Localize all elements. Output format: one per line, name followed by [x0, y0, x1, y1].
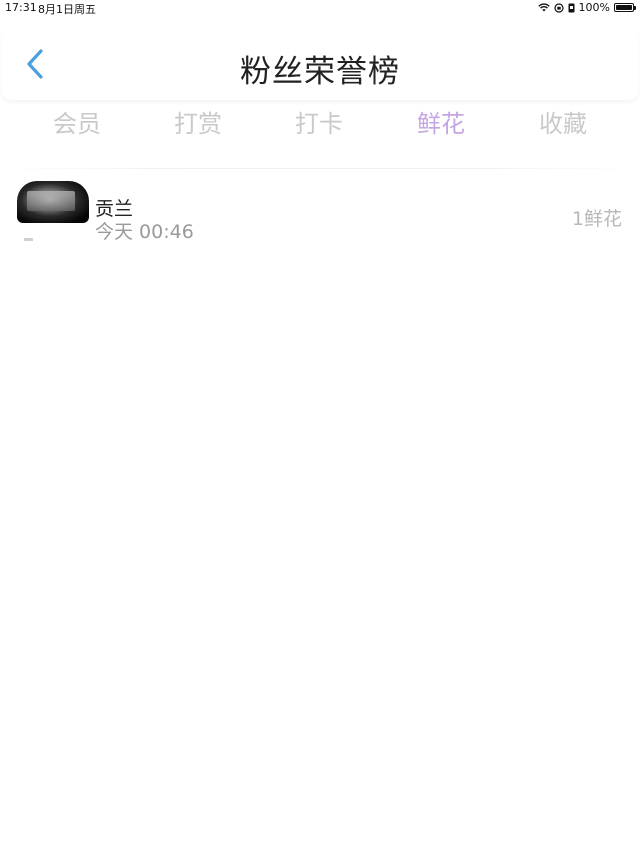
- wifi-icon: [537, 3, 550, 12]
- avatar-mark: [24, 238, 33, 241]
- status-bar: 17:31 8月1日周五 100%: [0, 0, 640, 16]
- tab-collect[interactable]: 收藏: [513, 104, 613, 139]
- fan-time: 今天 00:46: [95, 221, 194, 243]
- lock-icon: [568, 3, 575, 13]
- status-indicators: 100%: [537, 1, 636, 14]
- page-title: 粉丝荣誉榜: [240, 54, 400, 90]
- tab-members[interactable]: 会员: [27, 104, 127, 139]
- status-date: 8月1日周五: [38, 3, 96, 16]
- tab-checkin[interactable]: 打卡: [269, 104, 369, 139]
- divider: [0, 168, 640, 169]
- status-time: 17:31: [5, 1, 37, 14]
- battery-percentage: 100%: [578, 1, 610, 14]
- fan-gift-value: 1鲜花: [571, 208, 622, 230]
- orientation-lock-icon: [553, 2, 564, 13]
- battery-icon: [614, 3, 636, 12]
- tab-bar: 会员 打赏 打卡 鲜花 收藏: [0, 104, 640, 144]
- fan-list-item[interactable]: 贡兰 今天 00:46 1鲜花: [0, 176, 640, 248]
- avatar: [17, 181, 89, 223]
- header: 粉丝荣誉榜: [2, 28, 638, 100]
- tab-tips[interactable]: 打赏: [148, 104, 248, 139]
- avatar-image: [27, 191, 75, 211]
- tab-flowers[interactable]: 鲜花: [391, 104, 491, 139]
